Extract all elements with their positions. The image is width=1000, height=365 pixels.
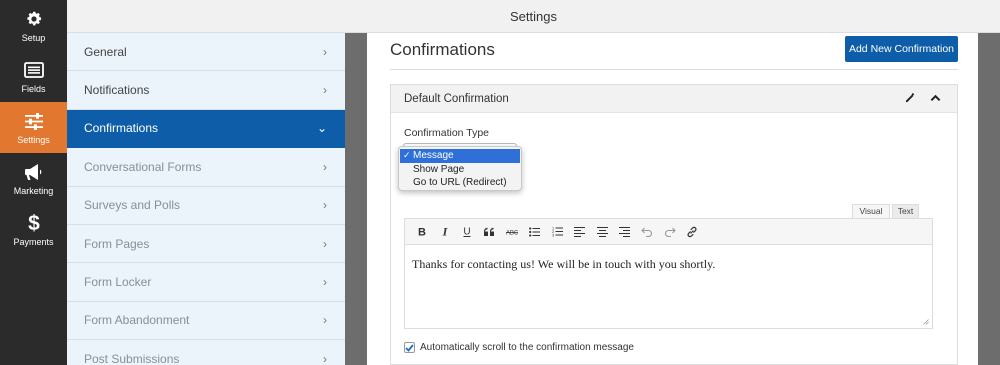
confirmation-type-dropdown: ✓ Message Show Page Go to URL (Redirect)	[398, 146, 522, 191]
panel-item-label: Surveys and Polls	[84, 198, 181, 213]
confirmation-block: Default Confirmation Confirmation Type ✓…	[390, 84, 958, 365]
sidebar-item-fields[interactable]: Fields	[0, 51, 67, 102]
sidebar-item-label: Payments	[13, 237, 54, 247]
editor-toolbar: B I U ABC 123	[405, 219, 932, 245]
svg-text:ABC: ABC	[506, 230, 518, 236]
panel-item-surveys-and-polls[interactable]: Surveys and Polls ›	[67, 187, 345, 225]
page-title: Settings	[510, 8, 557, 24]
svg-text:I: I	[441, 226, 448, 237]
strikethrough-icon[interactable]: ABC	[501, 222, 524, 242]
option-go-to-url[interactable]: Go to URL (Redirect)	[399, 176, 521, 190]
sidebar-item-label: Fields	[21, 84, 46, 94]
redo-icon[interactable]	[659, 222, 682, 242]
panel-item-label: Notifications	[84, 83, 150, 98]
sliders-icon	[24, 110, 44, 132]
confirmations-panel: Confirmations Add New Confirmation Defau…	[367, 33, 978, 365]
italic-icon[interactable]: I	[434, 222, 457, 242]
panel-item-form-locker[interactable]: Form Locker ›	[67, 263, 345, 302]
svg-text:B: B	[418, 227, 426, 238]
confirmation-name: Default Confirmation	[404, 92, 509, 105]
panel-item-notifications[interactable]: Notifications ›	[67, 71, 345, 110]
auto-scroll-checkbox[interactable]	[404, 342, 415, 353]
megaphone-icon	[24, 161, 44, 183]
svg-text:3: 3	[552, 234, 554, 238]
fields-icon	[23, 59, 44, 81]
option-label: Message	[413, 150, 454, 161]
confirmation-type-label: Confirmation Type	[404, 127, 490, 139]
check-icon	[405, 343, 414, 352]
align-center-icon[interactable]	[591, 222, 614, 242]
panel-item-label: Form Pages	[84, 236, 150, 251]
bullet-list-icon[interactable]	[524, 222, 547, 242]
panel-item-conversational-forms[interactable]: Conversational Forms ›	[67, 148, 345, 187]
tab-text[interactable]: Text	[892, 204, 919, 218]
sidebar-item-settings[interactable]: Settings	[0, 102, 67, 153]
sidebar-item-payments[interactable]: $ Payments	[0, 204, 67, 255]
settings-panel-nav: General › Notifications › Confirmations ⌄ C…	[67, 33, 345, 365]
chevron-right-icon: ›	[323, 351, 327, 365]
svg-text:$: $	[28, 212, 40, 234]
caret-up-icon[interactable]	[930, 94, 941, 102]
section-title: Confirmations	[390, 40, 495, 59]
chevron-down-icon: ⌄	[316, 121, 327, 136]
align-right-icon[interactable]	[614, 222, 637, 242]
chevron-right-icon: ›	[323, 236, 327, 251]
option-label: Go to URL (Redirect)	[413, 177, 507, 188]
panel-item-label: Form Locker	[84, 275, 152, 290]
option-label: Show Page	[413, 163, 465, 175]
option-show-page[interactable]: Show Page	[399, 163, 521, 177]
pencil-icon[interactable]	[905, 92, 916, 103]
editor-content[interactable]: Thanks for contacting us! We will be in …	[405, 245, 932, 284]
numbered-list-icon[interactable]: 123	[546, 222, 569, 242]
sidebar-item-label: Setup	[21, 33, 46, 43]
sidebar-item-marketing[interactable]: Marketing	[0, 153, 67, 204]
divider	[390, 69, 958, 70]
add-new-confirmation-button[interactable]: Add New Confirmation	[845, 36, 958, 62]
builder-sidebar: Setup Fields Settings Marketing $ Paymen…	[0, 0, 67, 365]
settings-content-area: Confirmations Add New Confirmation Defau…	[345, 33, 1000, 365]
message-editor: B I U ABC 123 Thanks for contacting us! …	[404, 218, 933, 329]
chevron-right-icon: ›	[323, 198, 327, 213]
tab-visual[interactable]: Visual	[852, 204, 890, 218]
gear-icon	[25, 8, 43, 30]
panel-item-label: Confirmations	[84, 121, 159, 136]
panel-item-label: General	[84, 44, 127, 59]
blockquote-icon[interactable]	[479, 222, 502, 242]
confirmation-block-header[interactable]: Default Confirmation	[391, 85, 957, 113]
panel-item-form-pages[interactable]: Form Pages ›	[67, 225, 345, 264]
auto-scroll-label: Automatically scroll to the confirmation…	[420, 342, 634, 353]
chevron-right-icon: ›	[323, 83, 327, 98]
chevron-right-icon: ›	[323, 44, 327, 59]
panel-item-label: Post Submissions	[84, 351, 180, 365]
sidebar-item-label: Settings	[17, 135, 50, 145]
panel-item-general[interactable]: General ›	[67, 33, 345, 72]
chevron-right-icon: ›	[323, 159, 327, 174]
check-icon: ✓	[403, 150, 411, 160]
panel-item-form-abandonment[interactable]: Form Abandonment ›	[67, 302, 345, 341]
undo-icon[interactable]	[636, 222, 659, 242]
bold-icon[interactable]: B	[411, 222, 434, 242]
chevron-right-icon: ›	[323, 275, 327, 290]
svg-text:U: U	[464, 226, 471, 237]
underline-icon[interactable]: U	[456, 222, 479, 242]
panel-item-confirmations[interactable]: Confirmations ⌄	[67, 109, 345, 149]
dollar-icon: $	[27, 212, 41, 234]
panel-item-post-submissions[interactable]: Post Submissions ›	[67, 340, 345, 365]
link-icon[interactable]	[681, 222, 704, 242]
resize-handle-icon[interactable]	[922, 318, 929, 325]
sidebar-item-setup[interactable]: Setup	[0, 0, 67, 51]
sidebar-item-label: Marketing	[13, 186, 54, 196]
chevron-right-icon: ›	[323, 313, 327, 328]
panel-item-label: Form Abandonment	[84, 313, 190, 328]
option-message[interactable]: ✓ Message	[400, 149, 520, 163]
builder-header: Settings	[67, 0, 1000, 33]
auto-scroll-option: Automatically scroll to the confirmation…	[404, 342, 634, 353]
panel-item-label: Conversational Forms	[84, 159, 202, 174]
align-left-icon[interactable]	[569, 222, 592, 242]
